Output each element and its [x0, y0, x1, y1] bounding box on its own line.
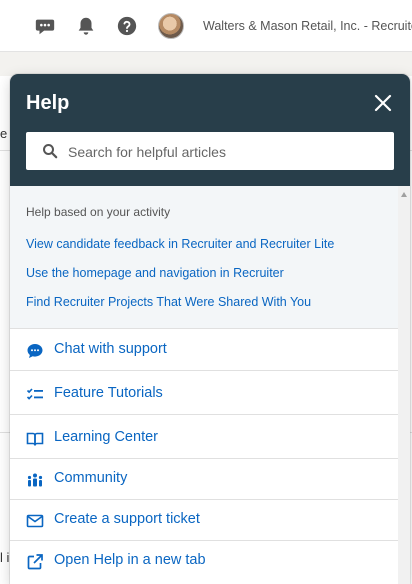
- people-icon: [26, 471, 44, 489]
- help-panel: Help Help based on your activity View ca…: [10, 74, 410, 584]
- external-link-icon: [26, 553, 44, 571]
- help-search-box[interactable]: [26, 132, 394, 172]
- scroll-up-arrow-icon[interactable]: [401, 192, 407, 197]
- menu-item-label: Create a support ticket: [54, 511, 200, 527]
- activity-heading: Help based on your activity: [26, 205, 171, 219]
- menu-item-label: Feature Tutorials: [54, 385, 163, 401]
- help-panel-title: Help: [26, 92, 70, 114]
- background-text-fragment: e: [0, 126, 8, 141]
- book-icon: [26, 430, 44, 448]
- activity-suggestions: Help based on your activity View candida…: [10, 186, 398, 329]
- search-input[interactable]: [66, 132, 390, 172]
- close-icon[interactable]: [372, 92, 394, 114]
- menu-item-label: Open Help in a new tab: [54, 552, 206, 568]
- feature-tutorials-button[interactable]: Feature Tutorials: [10, 374, 398, 415]
- open-help-new-tab-button[interactable]: Open Help in a new tab: [10, 541, 398, 582]
- background-text-fragment: l i: [0, 550, 10, 565]
- help-panel-header: Help: [10, 74, 410, 186]
- help-question-icon[interactable]: [115, 14, 139, 38]
- community-button[interactable]: Community: [10, 459, 398, 500]
- menu-item-label: Community: [54, 470, 128, 486]
- top-navigation-bar: Walters & Mason Retail, Inc. - Recruiter: [0, 0, 412, 52]
- menu-item-label: Chat with support: [54, 341, 167, 357]
- avatar[interactable]: [158, 13, 184, 39]
- company-name[interactable]: Walters & Mason Retail, Inc. - Recruiter: [203, 19, 412, 33]
- notifications-bell-icon[interactable]: [74, 14, 98, 38]
- envelope-icon: [26, 512, 44, 530]
- search-icon: [42, 143, 58, 159]
- create-support-ticket-button[interactable]: Create a support ticket: [10, 500, 398, 541]
- activity-link[interactable]: Use the homepage and navigation in Recru…: [26, 266, 284, 280]
- menu-item-label: Learning Center: [54, 429, 158, 445]
- activity-link[interactable]: Find Recruiter Projects That Were Shared…: [26, 295, 311, 309]
- messaging-icon[interactable]: [33, 14, 57, 38]
- learning-center-button[interactable]: Learning Center: [10, 418, 398, 459]
- chat-bubble-icon: [26, 342, 44, 360]
- help-panel-scrollbar[interactable]: [398, 186, 410, 584]
- checklist-icon: [26, 386, 44, 404]
- activity-link[interactable]: View candidate feedback in Recruiter and…: [26, 237, 334, 251]
- chat-with-support-button[interactable]: Chat with support: [10, 330, 398, 371]
